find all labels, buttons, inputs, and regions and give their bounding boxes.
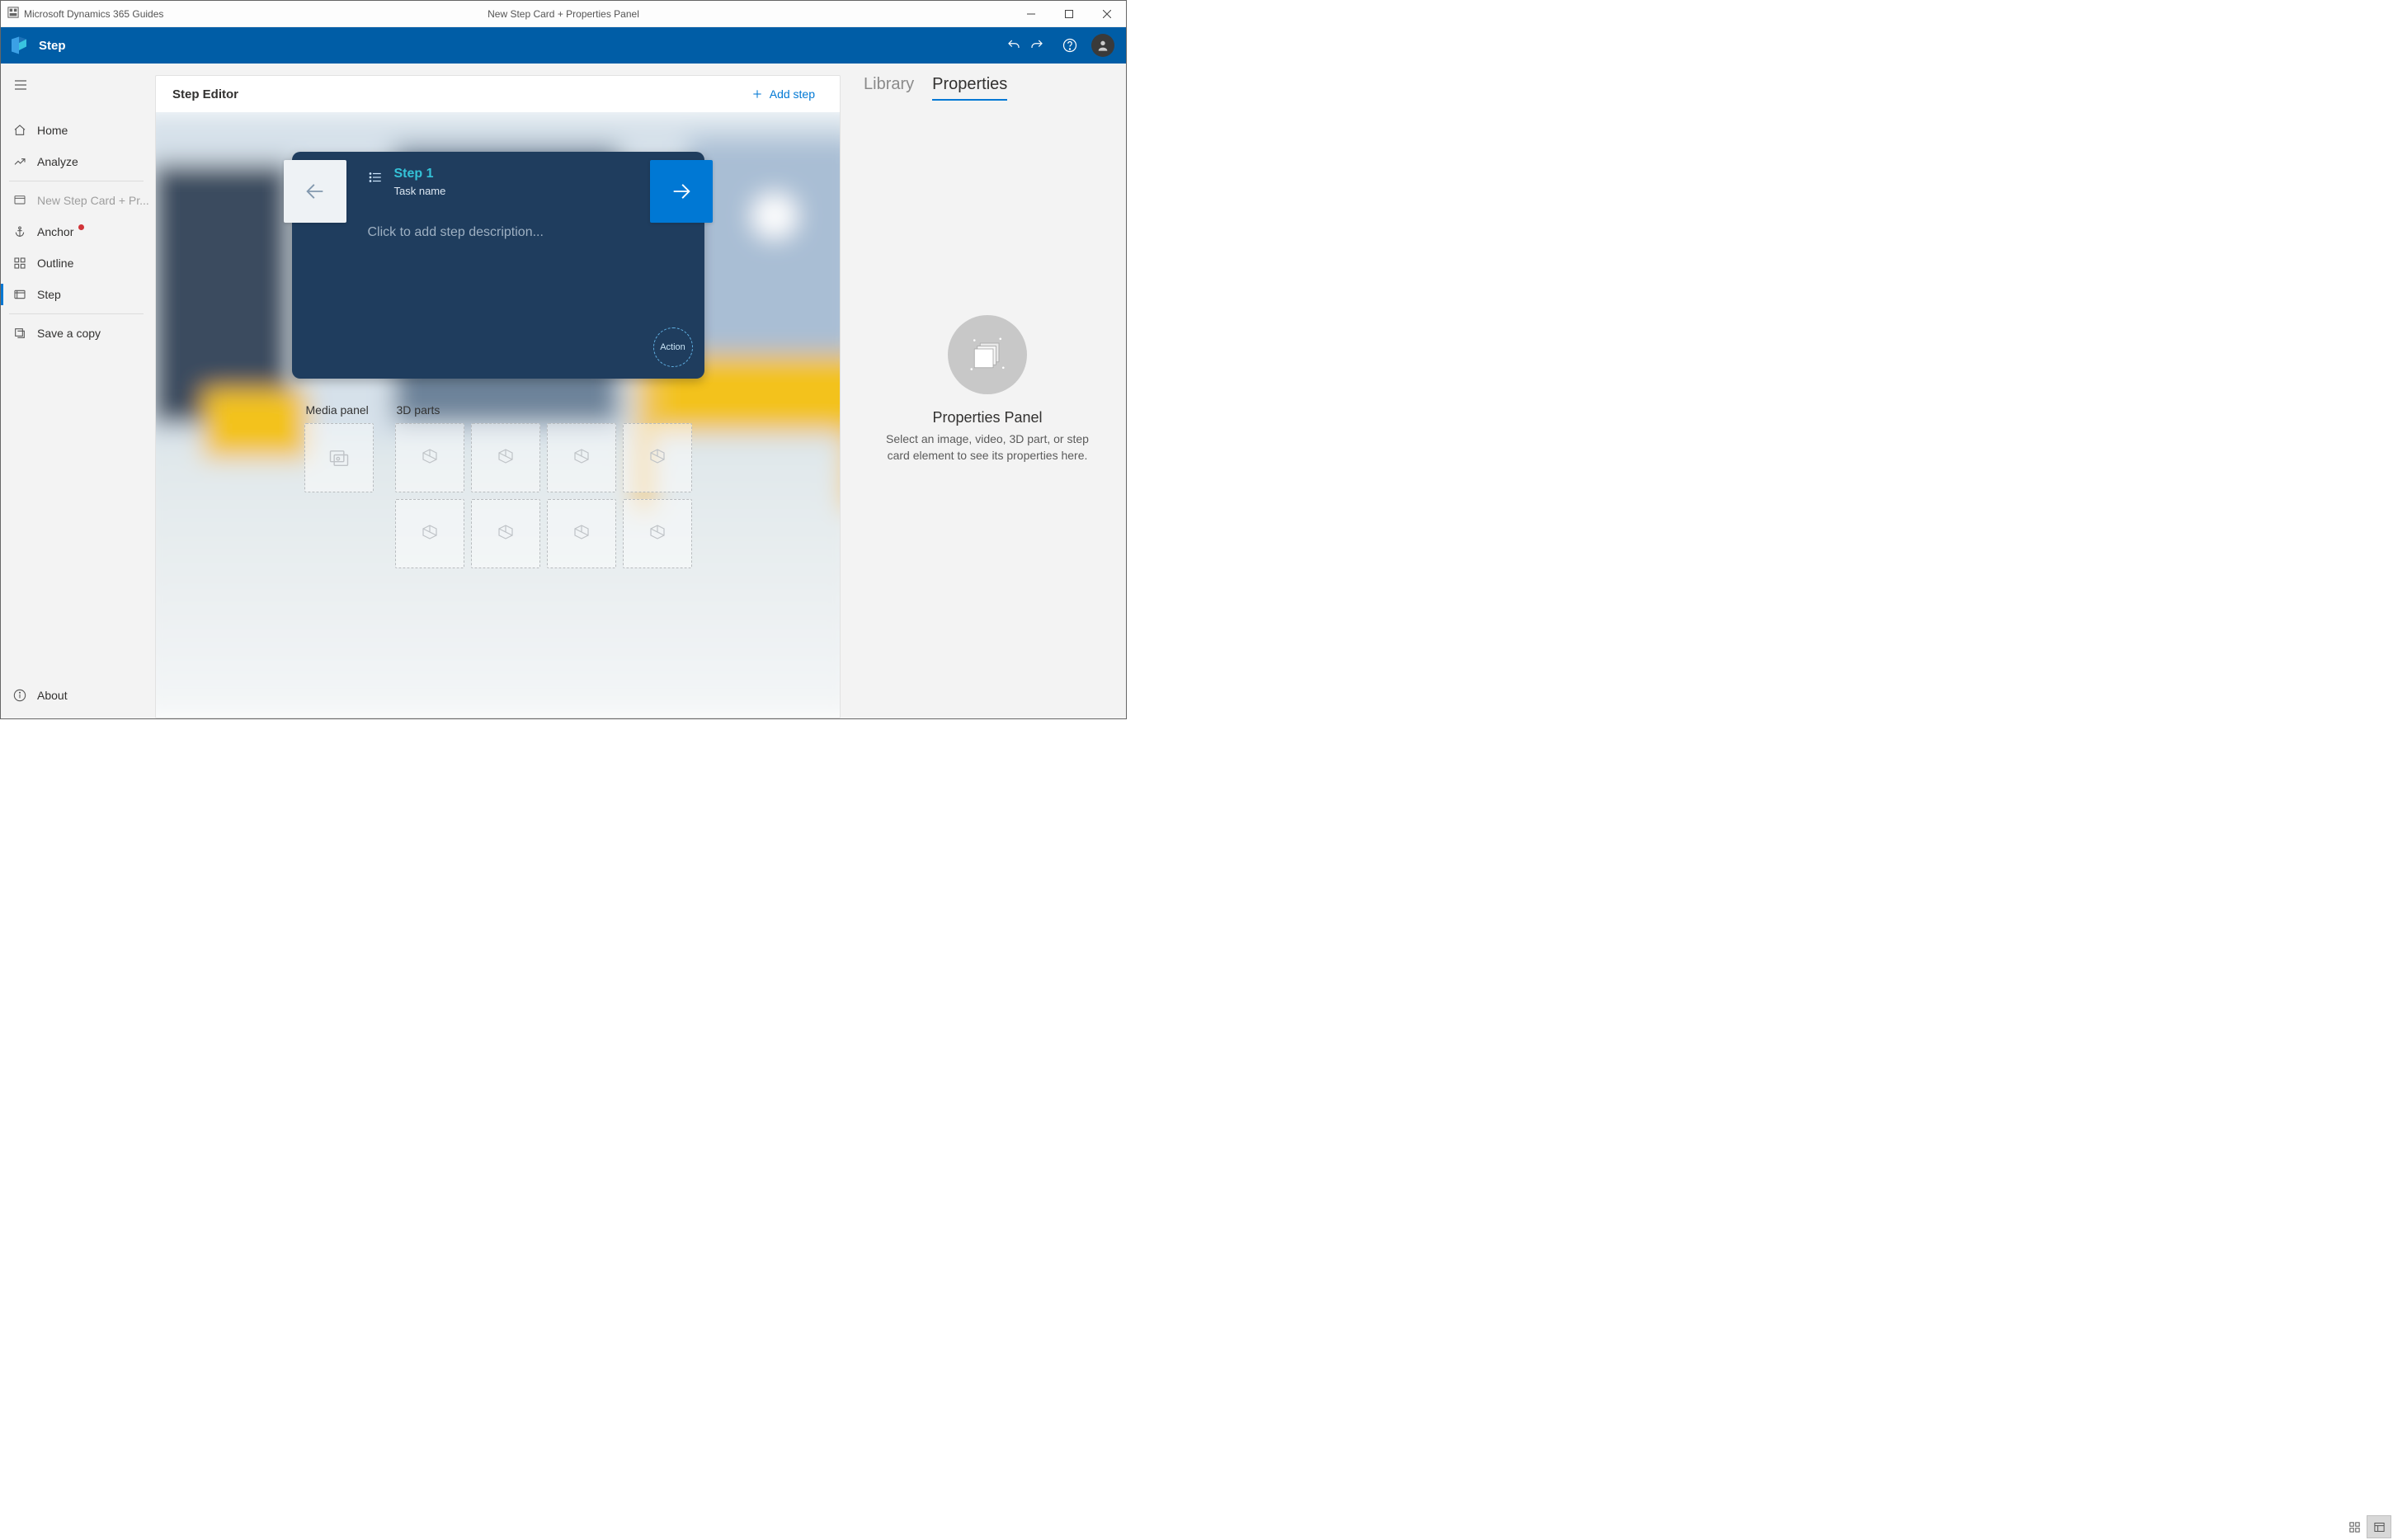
anchor-alert-badge [78,224,84,230]
3d-part-slot[interactable] [623,423,692,492]
user-avatar[interactable] [1091,34,1114,57]
help-button[interactable] [1053,27,1086,64]
sidebar-item-label: Save a copy [37,327,101,340]
step-title: Step 1 [394,167,446,181]
sidebar-item-outline[interactable]: Outline [1,247,152,279]
window-doc-title: New Step Card + Properties Panel [372,8,755,20]
window-maximize-button[interactable] [1050,1,1088,27]
sidebar-item-analyze[interactable]: Analyze [1,146,152,177]
add-step-button[interactable]: Add step [743,82,823,106]
sidebar-item-about[interactable]: About [1,681,152,710]
sidebar-item-label: Home [37,124,68,137]
step-next-button[interactable] [650,160,713,223]
sidebar-item-label: Anchor [37,225,73,238]
3d-part-slot[interactable] [547,499,616,568]
tab-properties[interactable]: Properties [932,75,1007,101]
sidebar-item-home[interactable]: Home [1,115,152,146]
redo-button[interactable] [1020,27,1053,64]
window-minimize-button[interactable] [1012,1,1050,27]
right-panel: Library Properties Properties Panel Sele… [849,64,1126,718]
editor-title: Step Editor [172,87,238,101]
task-list-icon [368,170,383,189]
anchor-icon [12,224,27,239]
3d-part-slot[interactable] [395,423,464,492]
step-description-input[interactable]: Click to add step description... [368,225,686,240]
analyze-icon [12,154,27,169]
media-panel-label: Media panel [304,403,374,417]
sidebar-item-label: Analyze [37,155,78,168]
home-icon [12,123,27,138]
properties-empty-desc: Select an image, video, 3D part, or step… [876,431,1099,464]
dynamics-logo-icon [1,27,37,64]
tab-library[interactable]: Library [864,75,914,101]
sidebar-item-save-copy[interactable]: Save a copy [1,318,152,349]
step-editor-card: Step Editor Add step [155,75,841,718]
guide-icon [12,193,27,208]
app-bar: Step [1,27,1126,64]
sidebar-item-guide[interactable]: New Step Card + Pr... [1,185,152,216]
properties-empty-icon [948,315,1027,394]
outline-icon [12,256,27,271]
view-grid-button[interactable] [2342,1515,2367,1538]
sidebar-divider [9,313,144,314]
step-card[interactable]: Step 1 Task name Click to add step descr… [292,152,704,379]
3d-part-slot[interactable] [471,423,540,492]
step-action-slot[interactable]: Action [653,327,693,367]
3d-part-slot[interactable] [547,423,616,492]
3d-part-slot[interactable] [395,499,464,568]
add-step-label: Add step [770,87,815,101]
app-title: Microsoft Dynamics 365 Guides [24,8,163,20]
sidebar-item-label: New Step Card + Pr... [37,194,149,207]
sidebar-toggle-button[interactable] [1,67,40,103]
app-icon [7,7,19,21]
sidebar-item-anchor[interactable]: Anchor [1,216,152,247]
view-detail-button[interactable] [2367,1515,2391,1538]
view-switch [2342,1515,2391,1538]
properties-empty-title: Properties Panel [932,409,1042,426]
sidebar: Home Analyze New Step Card + Pr... Ancho… [1,64,152,718]
step-icon [12,287,27,302]
sidebar-item-label: About [37,689,68,702]
action-label: Action [660,342,685,352]
window-close-button[interactable] [1088,1,1126,27]
appbar-breadcrumb: Step [39,39,66,53]
3d-part-slot[interactable] [623,499,692,568]
sidebar-item-label: Step [37,288,61,301]
step-prev-button[interactable] [284,160,346,223]
info-icon [12,688,27,703]
window-titlebar: Microsoft Dynamics 365 Guides New Step C… [1,1,1126,27]
media-slot[interactable] [304,423,374,492]
step-task-name: Task name [394,185,446,197]
sidebar-item-label: Outline [37,257,73,270]
3d-parts-label: 3D parts [395,403,692,417]
3d-part-slot[interactable] [471,499,540,568]
save-copy-icon [12,326,27,341]
sidebar-item-step[interactable]: Step [1,279,152,310]
